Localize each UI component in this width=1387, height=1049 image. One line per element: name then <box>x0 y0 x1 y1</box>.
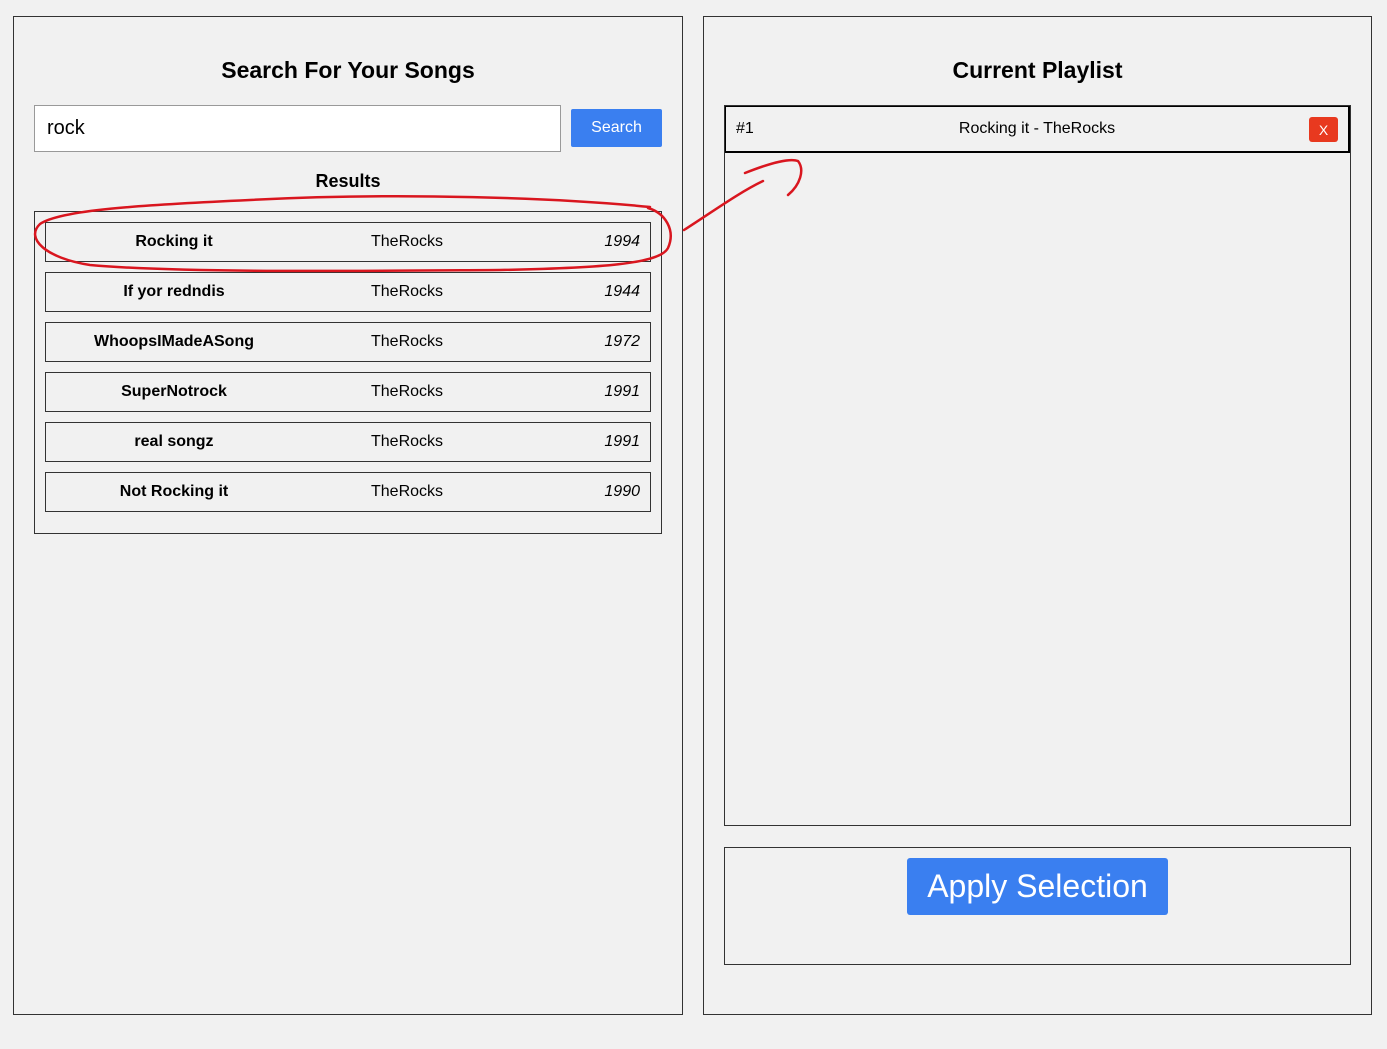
result-artist: TheRocks <box>371 333 444 350</box>
result-artist: TheRocks <box>371 283 444 300</box>
playlist-panel-title: Current Playlist <box>952 57 1123 83</box>
result-song-title: real songz <box>134 433 214 450</box>
search-panel-title: Search For Your Songs <box>221 57 475 83</box>
result-artist: TheRocks <box>371 383 444 400</box>
result-song-title: Rocking it <box>135 233 213 250</box>
result-song-title: WhoopsIMadeASong <box>94 333 254 350</box>
apply-selection-button[interactable]: Apply Selection <box>907 858 1168 915</box>
result-row[interactable]: If yor redndis TheRocks 1944 <box>45 272 651 312</box>
playlist-list: #1 Rocking it - TheRocks X <box>724 105 1351 826</box>
search-input[interactable] <box>34 105 561 152</box>
result-song-title: If yor redndis <box>123 283 225 300</box>
result-artist: TheRocks <box>371 233 444 250</box>
remove-item-button[interactable]: X <box>1309 117 1338 142</box>
result-year: 1991 <box>604 433 640 450</box>
result-row[interactable]: WhoopsIMadeASong TheRocks 1972 <box>45 322 651 362</box>
result-year: 1990 <box>604 483 640 500</box>
result-song-title: Not Rocking it <box>119 483 229 500</box>
results-heading: Results <box>315 171 381 191</box>
result-artist: TheRocks <box>371 433 444 450</box>
search-panel: Search For Your Songs Search Results Roc… <box>13 16 683 1015</box>
result-row[interactable]: real songz TheRocks 1991 <box>45 422 651 462</box>
apply-section: Apply Selection <box>724 847 1351 965</box>
result-row[interactable]: SuperNotrock TheRocks 1991 <box>45 372 651 412</box>
result-row[interactable]: Rocking it TheRocks 1994 <box>45 222 651 262</box>
playlist-item-title: Rocking it - TheRocks <box>958 120 1116 137</box>
search-button[interactable]: Search <box>571 109 662 147</box>
result-year: 1944 <box>604 283 640 300</box>
results-list: Rocking it TheRocks 1994 If yor redndis … <box>34 211 662 534</box>
result-artist: TheRocks <box>371 483 444 500</box>
result-row[interactable]: Not Rocking it TheRocks 1990 <box>45 472 651 512</box>
playlist-panel: Current Playlist #1 Rocking it - TheRock… <box>703 16 1372 1015</box>
playlist-item: #1 Rocking it - TheRocks X <box>725 106 1350 153</box>
result-year: 1991 <box>604 383 640 400</box>
result-year: 1994 <box>604 233 640 250</box>
result-year: 1972 <box>604 333 640 350</box>
result-song-title: SuperNotrock <box>121 383 227 400</box>
